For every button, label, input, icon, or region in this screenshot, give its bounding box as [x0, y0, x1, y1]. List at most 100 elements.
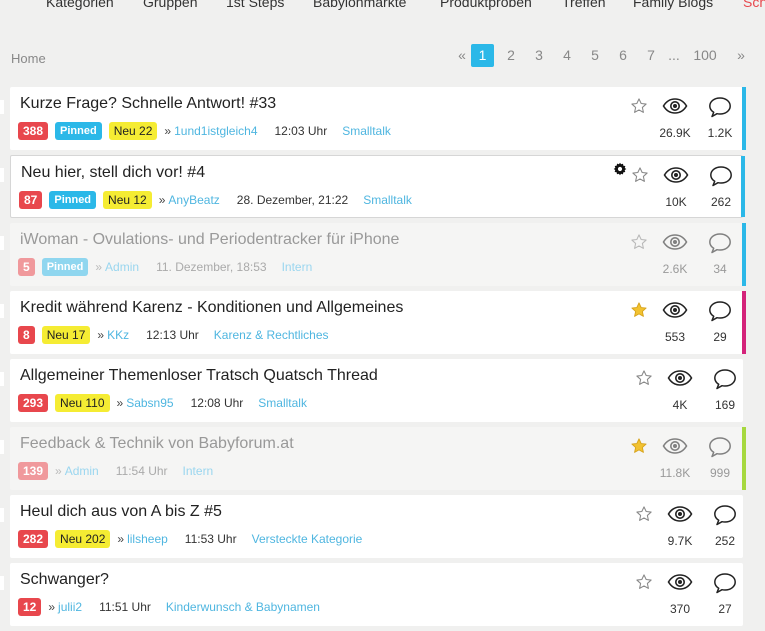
views-count: 370	[669, 602, 691, 616]
thread-title[interactable]: iWoman - Ovulations- und Periodentracker…	[20, 231, 399, 249]
views-count: 4K	[672, 398, 688, 412]
replies-count: 999	[709, 466, 731, 480]
new-posts-badge[interactable]: Neu 12	[103, 191, 152, 209]
category-link[interactable]: Intern	[183, 464, 214, 478]
replies-bubble-icon[interactable]	[708, 96, 732, 118]
replies-bubble-icon[interactable]	[708, 300, 732, 322]
nav-item-babylonmaerkte[interactable]: Babylonmärkte	[313, 0, 406, 10]
replies-bubble-icon[interactable]	[709, 165, 733, 187]
thread-row[interactable]: Feedback & Technik von Babyforum.at 139 » A…	[10, 427, 746, 490]
page-button-3[interactable]: 3	[528, 44, 550, 67]
author-link[interactable]: julii2	[58, 600, 82, 614]
replies-bubble-icon[interactable]	[708, 436, 732, 458]
category-link[interactable]: Versteckte Kategorie	[252, 532, 363, 546]
thread-title[interactable]: Heul dich aus von A bis Z #5	[20, 503, 222, 521]
arrow-icon: »	[48, 600, 56, 614]
category-link[interactable]: Smalltalk	[258, 396, 307, 410]
row-indicator	[0, 168, 4, 182]
author-link[interactable]: Sabsn95	[126, 396, 173, 410]
nav-item-kategorien[interactable]: Kategorien	[46, 0, 114, 10]
thread-row[interactable]: Schwanger? 12 » julii2 11:51 Uhr Kinderwunsch…	[10, 563, 743, 626]
unread-count-badge: 12	[18, 598, 42, 616]
star-icon[interactable]	[635, 505, 653, 523]
page-button-4[interactable]: 4	[556, 44, 578, 67]
row-indicator	[0, 440, 4, 454]
author-link[interactable]: KKz	[107, 328, 129, 342]
top-navigation: Kategorien Gruppen 1st Steps Babylonmärk…	[0, 0, 765, 14]
views-eye-icon	[667, 573, 693, 591]
pagination: « 1 2 3 4 5 6 7 ... 100 »	[0, 44, 765, 68]
thread-meta: 388 Pinned Neu 22 » 1und1istgleich4 12:03 Uhr…	[18, 121, 391, 141]
author-link[interactable]: Admin	[65, 464, 99, 478]
new-posts-badge[interactable]: Neu 17	[41, 326, 91, 344]
last-post-time: 28. Dezember, 21:22	[236, 193, 349, 207]
thread-row[interactable]: Neu hier, stell dich vor! #4 87 Pinned Neu …	[10, 155, 745, 218]
thread-row[interactable]: Allgemeiner Themenloser Tratsch Quatsch …	[10, 359, 743, 422]
nav-item-schwangerschaft[interactable]: Sch	[743, 0, 765, 10]
thread-title[interactable]: Feedback & Technik von Babyforum.at	[20, 435, 294, 453]
replies-count: 252	[714, 534, 736, 548]
views-count: 26.9K	[659, 126, 691, 140]
thread-title[interactable]: Kredit während Karenz - Konditionen und …	[20, 299, 403, 317]
category-link[interactable]: Karenz & Rechtliches	[214, 328, 329, 342]
page-button-last[interactable]: 100	[690, 44, 720, 67]
author-link[interactable]: lilsheep	[127, 532, 168, 546]
replies-count: 262	[710, 195, 732, 209]
new-posts-badge[interactable]: Neu 110	[55, 394, 110, 412]
thread-row[interactable]: Heul dich aus von A bis Z #5 282 Neu 202 » l…	[10, 495, 743, 558]
replies-bubble-icon[interactable]	[713, 572, 737, 594]
page-button-7[interactable]: 7	[640, 44, 662, 67]
nav-item-gruppen[interactable]: Gruppen	[143, 0, 197, 10]
views-eye-icon	[662, 97, 688, 115]
thread-meta: 5 Pinned » Admin 11. Dezember, 18:53 Intern	[18, 257, 312, 277]
nav-item-produktproben[interactable]: Produktproben	[440, 0, 532, 10]
star-icon[interactable]	[635, 369, 653, 387]
page-button-2[interactable]: 2	[500, 44, 522, 67]
author-link[interactable]: 1und1istgleich4	[174, 124, 257, 138]
thread-title[interactable]: Schwanger?	[20, 571, 109, 589]
category-link[interactable]: Kinderwunsch & Babynamen	[166, 600, 320, 614]
thread-row[interactable]: Kurze Frage? Schnelle Antwort! #33 388 Pin…	[10, 87, 746, 150]
pagination-next[interactable]: »	[732, 44, 750, 67]
category-color-bar	[742, 427, 746, 490]
page-button-5[interactable]: 5	[584, 44, 606, 67]
replies-bubble-icon[interactable]	[713, 368, 737, 390]
nav-item-family-blogs[interactable]: Family Blogs	[633, 0, 713, 10]
thread-title[interactable]: Neu hier, stell dich vor! #4	[21, 164, 205, 182]
thread-title[interactable]: Allgemeiner Themenloser Tratsch Quatsch …	[20, 367, 378, 385]
replies-count: 29	[713, 330, 727, 344]
new-posts-badge[interactable]: Neu 22	[108, 122, 158, 140]
author-link[interactable]: Admin	[105, 260, 139, 274]
category-link[interactable]: Smalltalk	[363, 193, 412, 207]
thread-title[interactable]: Kurze Frage? Schnelle Antwort! #33	[20, 95, 276, 113]
starred-icon[interactable]	[630, 301, 648, 319]
views-count: 553	[664, 330, 686, 344]
page-button-6[interactable]: 6	[612, 44, 634, 67]
thread-row[interactable]: iWoman - Ovulations- und Periodentracker…	[10, 223, 746, 286]
unread-count-badge: 5	[18, 258, 35, 276]
gear-icon[interactable]	[613, 162, 627, 176]
category-link[interactable]: Intern	[282, 260, 313, 274]
category-color-bar	[741, 156, 745, 217]
nav-item-1st-steps[interactable]: 1st Steps	[226, 0, 284, 10]
replies-bubble-icon[interactable]	[708, 232, 732, 254]
star-icon[interactable]	[635, 573, 653, 591]
star-icon[interactable]	[630, 97, 648, 115]
page-button-1[interactable]: 1	[471, 44, 494, 67]
star-icon[interactable]	[630, 233, 648, 251]
row-indicator	[0, 576, 4, 590]
pagination-prev[interactable]: «	[455, 44, 469, 67]
starred-icon[interactable]	[630, 437, 648, 455]
new-posts-badge[interactable]: Neu 202	[55, 530, 111, 548]
row-indicator	[0, 304, 4, 318]
nav-item-treffen[interactable]: Treffen	[562, 0, 606, 10]
thread-row[interactable]: Kredit während Karenz - Konditionen und …	[10, 291, 746, 354]
replies-bubble-icon[interactable]	[713, 504, 737, 526]
author-link[interactable]: AnyBeatz	[168, 193, 219, 207]
pinned-badge: Pinned	[41, 258, 89, 276]
category-link[interactable]: Smalltalk	[342, 124, 391, 138]
star-icon[interactable]	[631, 166, 649, 184]
unread-count-badge: 282	[18, 530, 49, 548]
unread-count-badge: 388	[18, 122, 49, 140]
arrow-icon: »	[95, 260, 103, 274]
